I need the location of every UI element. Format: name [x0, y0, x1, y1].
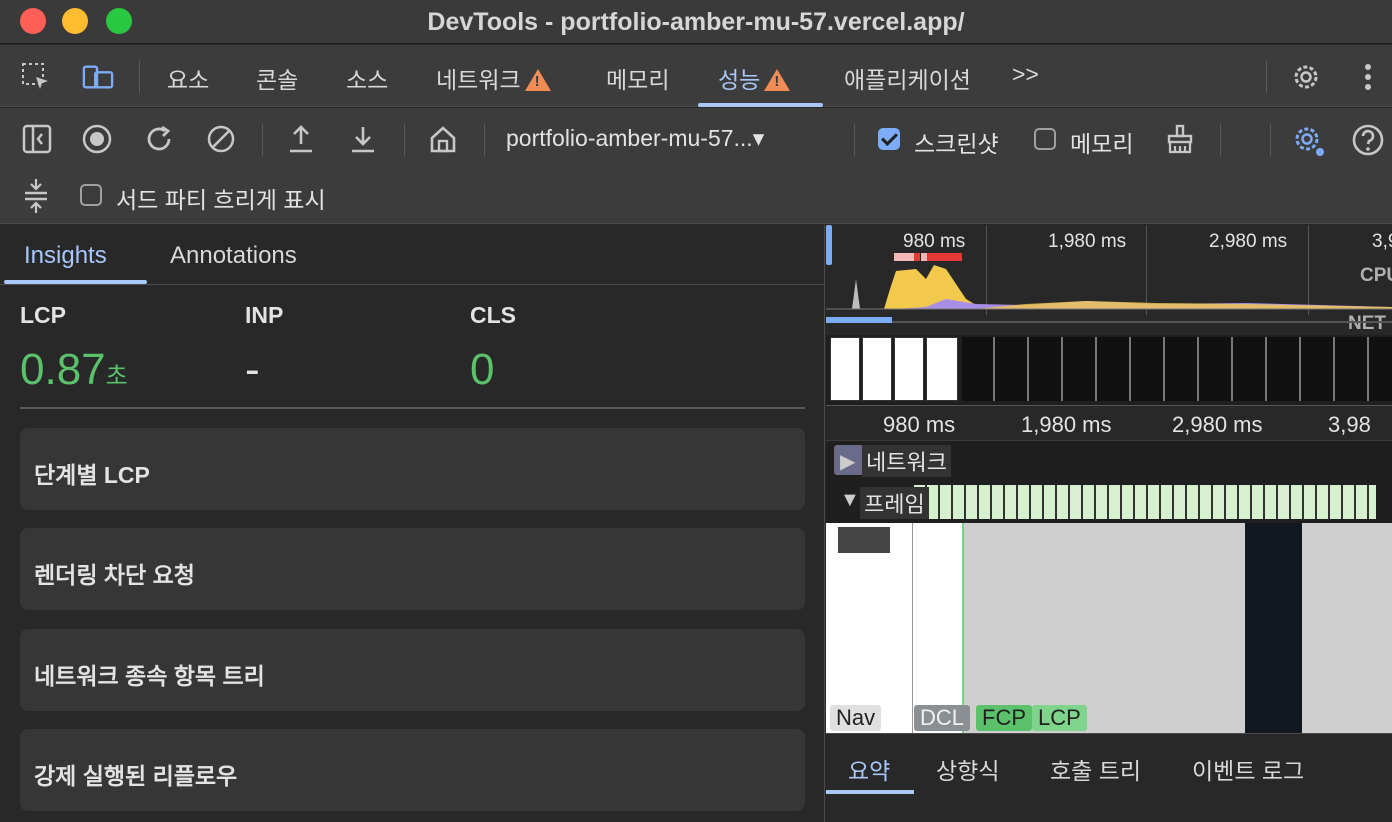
frame-white-region — [826, 523, 964, 733]
details-tabs: 요약 상향식 호출 트리 이벤트 로그 — [826, 733, 1392, 822]
garbage-collect-icon[interactable] — [1163, 122, 1197, 156]
tab-network[interactable]: 네트워크 — [436, 61, 551, 95]
tab-call-tree[interactable]: 호출 트리 — [1050, 752, 1141, 786]
screenshot-frame — [926, 337, 958, 401]
screenshot-frame — [894, 337, 924, 401]
record-icon[interactable] — [80, 122, 114, 156]
sidebar-tabs: Insights Annotations — [0, 225, 825, 285]
memory-checkbox[interactable] — [1034, 128, 1056, 150]
frames-track[interactable]: ▼ 프레임 — [826, 483, 1392, 521]
network-track-label: 네트워크 — [862, 445, 951, 477]
dim-third-party-label: 서드 파티 흐리게 표시 — [116, 187, 326, 213]
fcp-marker[interactable]: FCP — [976, 705, 1032, 731]
tab-elements[interactable]: 요소 — [167, 61, 209, 95]
tabbar-separator — [1266, 61, 1267, 93]
active-details-tab-indicator — [826, 790, 914, 794]
insight-render-blocking[interactable]: 렌더링 차단 요청 — [20, 528, 805, 610]
settings-gear-icon[interactable] — [1290, 61, 1322, 93]
warning-icon — [524, 69, 551, 91]
cls-label: CLS — [470, 302, 516, 328]
network-overview-track — [826, 317, 1392, 323]
toolbar-separator — [404, 124, 405, 156]
ruler-tick: 980 ms — [883, 412, 956, 437]
devtools-tabbar: 요소 콘솔 소스 네트워크 메모리 성능 애플리케이션 >> — [0, 45, 1392, 107]
screenshots-strip[interactable] — [826, 335, 1392, 405]
tab-performance[interactable]: 성능 — [718, 61, 791, 95]
frames-track-label: 프레임 — [860, 487, 929, 519]
tab-annotations[interactable]: Annotations — [170, 242, 297, 270]
screenshot-frame — [830, 337, 860, 401]
expand-arrow-icon[interactable]: ▶ — [840, 449, 855, 474]
performance-toolbar: portfolio-amber-mu-57...▾ 스크린샷 메모리 서드 파티… — [0, 108, 1392, 224]
frame-dark-region — [1245, 523, 1302, 733]
lcp-value: 0.87초 — [20, 345, 128, 394]
tab-sources[interactable]: 소스 — [346, 61, 388, 95]
tab-summary[interactable]: 요약 — [848, 752, 890, 786]
tab-console[interactable]: 콘솔 — [256, 61, 298, 95]
window-titlebar: DevTools - portfolio-amber-mu-57.vercel.… — [0, 0, 1392, 44]
insight-lcp-phases[interactable]: 단계별 LCP — [20, 428, 805, 510]
lcp-label: LCP — [20, 302, 66, 328]
toolbar-separator — [484, 124, 485, 156]
toggle-sidebar-icon[interactable] — [20, 122, 54, 156]
upload-icon[interactable] — [284, 122, 318, 156]
screenshot-label: 스크린샷 — [914, 131, 999, 157]
tab-application[interactable]: 애플리케이션 — [844, 61, 971, 95]
collapse-arrow-icon[interactable]: ▼ — [840, 489, 860, 512]
cpu-activity-graph — [826, 253, 1392, 310]
tab-insights[interactable]: Insights — [24, 242, 107, 270]
download-icon[interactable] — [346, 122, 380, 156]
screenshot-checkbox[interactable] — [878, 128, 900, 150]
toolbar-separator — [262, 124, 263, 156]
help-icon[interactable] — [1350, 122, 1386, 158]
toolbar-separator — [854, 124, 855, 156]
nav-marker[interactable]: Nav — [830, 705, 882, 731]
clear-icon[interactable] — [204, 122, 238, 156]
device-toolbar-icon[interactable] — [82, 61, 114, 93]
inp-value: - — [245, 345, 260, 394]
frame-bars[interactable] — [914, 485, 1376, 519]
more-tabs-button[interactable]: >> — [1012, 61, 1039, 88]
dcl-marker[interactable]: DCL — [914, 705, 971, 731]
more-options-icon[interactable] — [1352, 61, 1384, 93]
active-subtab-indicator — [4, 280, 147, 284]
metrics-divider — [20, 407, 805, 409]
frame-screenshot-area: Nav DCL FCP LCP — [826, 523, 1392, 733]
window-title: DevTools - portfolio-amber-mu-57.vercel.… — [427, 8, 965, 36]
cls-value: 0 — [470, 345, 495, 394]
collapse-tracks-icon[interactable] — [20, 176, 52, 216]
network-track[interactable]: ▶ 네트워크 — [826, 441, 1392, 481]
marker-line — [962, 523, 964, 733]
inp-label: INP — [245, 302, 284, 328]
network-overview-bar — [826, 317, 892, 323]
insight-network-dependency-tree[interactable]: 네트워크 종속 항목 트리 — [20, 629, 805, 711]
toolbar-separator — [1270, 124, 1271, 156]
tab-event-log[interactable]: 이벤트 로그 — [1192, 752, 1304, 786]
home-icon[interactable] — [426, 122, 460, 156]
ruler-tick: 1,980 ms — [1021, 412, 1112, 437]
warning-icon — [764, 69, 791, 91]
ruler-tick: 3,98 — [1328, 412, 1371, 437]
marker-line — [912, 523, 913, 733]
timeline-panel[interactable]: 980 ms 1,980 ms 2,980 ms 3,9 CPU NET 980… — [826, 225, 1392, 822]
toolbar-separator — [1220, 124, 1221, 156]
tab-bottom-up[interactable]: 상향식 — [936, 752, 999, 786]
memory-label: 메모리 — [1070, 131, 1134, 157]
ruler-tick: 2,980 ms — [1172, 412, 1263, 437]
inspect-element-icon[interactable] — [20, 61, 52, 93]
frame-thumbnail — [838, 527, 890, 553]
tabbar-separator — [139, 61, 140, 93]
screenshot-frames-dark — [962, 337, 1392, 401]
main-time-ruler: 980 ms 1,980 ms 2,980 ms 3,98 — [826, 405, 1392, 441]
recording-url-select[interactable]: portfolio-amber-mu-57...▾ — [506, 125, 764, 152]
dim-third-party-checkbox[interactable] — [80, 184, 102, 206]
insights-sidebar: Insights Annotations LCP INP CLS 0.87초 -… — [0, 225, 825, 822]
active-tab-indicator — [698, 103, 823, 107]
tab-memory[interactable]: 메모리 — [606, 61, 669, 95]
screenshot-frame — [862, 337, 892, 401]
reload-record-icon[interactable] — [142, 122, 176, 156]
insight-forced-reflow[interactable]: 강제 실행된 리플로우 — [20, 729, 805, 811]
capture-settings-icon[interactable] — [1290, 122, 1328, 160]
lcp-marker[interactable]: LCP — [1032, 705, 1087, 731]
